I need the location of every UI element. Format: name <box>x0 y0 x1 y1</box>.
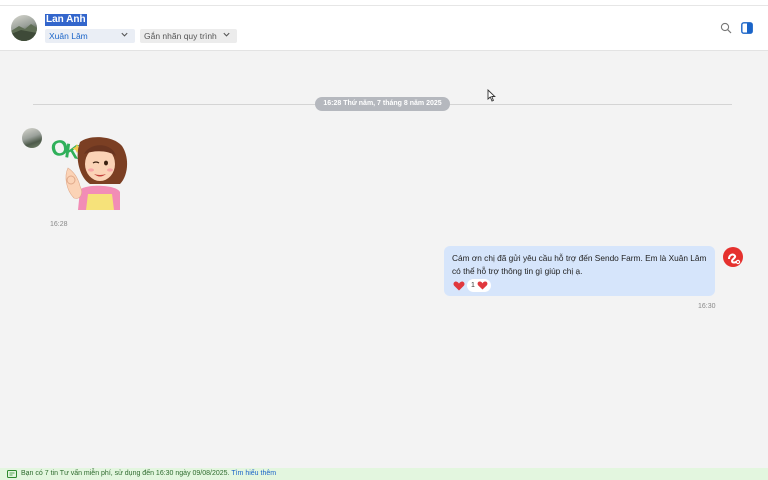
sendo-logo-icon <box>728 253 741 265</box>
mouse-cursor-icon <box>487 89 496 102</box>
workflow-tag-dropdown[interactable]: Gắn nhãn quy trình <box>140 29 237 43</box>
contact-name[interactable]: Lan Anh <box>45 14 87 26</box>
side-panel-toggle-icon[interactable] <box>741 22 753 34</box>
free-message-notice-bar: Bạn có 7 tin Tư vấn miễn phí, sử dụng đế… <box>0 468 768 480</box>
chat-header: Lan Anh Xuân Lâm Gắn nhãn quy trình <box>0 6 768 51</box>
outgoing-message-time: 16:30 <box>698 303 716 310</box>
outgoing-message-text: Cám ơn chị đã gửi yêu cầu hỗ trợ đến Sen… <box>452 253 707 276</box>
heart-reaction-icon[interactable] <box>453 281 465 291</box>
assigned-agent-dropdown[interactable]: Xuân Lâm <box>45 29 135 43</box>
message-info-icon <box>7 470 17 478</box>
learn-more-link[interactable]: Tìm hiểu thêm <box>231 470 276 477</box>
heart-icon <box>477 281 488 290</box>
workflow-tag-placeholder: Gắn nhãn quy trình <box>144 31 217 41</box>
chevron-down-icon <box>222 30 231 44</box>
search-icon[interactable] <box>720 22 732 34</box>
reaction-count: 1 <box>471 282 475 289</box>
ok-sticker-image: O K <box>50 134 128 210</box>
avatar[interactable] <box>11 15 37 41</box>
sender-avatar[interactable] <box>22 128 42 148</box>
incoming-message-time: 16:28 <box>50 221 68 228</box>
free-message-notice-text: Bạn có 7 tin Tư vấn miễn phí, sử dụng đế… <box>21 470 230 477</box>
assigned-agent-value: Xuân Lâm <box>49 31 88 41</box>
reaction-count-badge[interactable]: 1 <box>467 279 491 292</box>
date-separator: 16:28 Thứ năm, 7 tháng 8 năm 2025 <box>315 97 450 111</box>
chevron-down-icon <box>120 30 129 44</box>
agent-avatar[interactable] <box>723 247 743 267</box>
outgoing-message-bubble[interactable]: Cám ơn chị đã gửi yêu cầu hỗ trợ đến Sen… <box>444 246 715 296</box>
